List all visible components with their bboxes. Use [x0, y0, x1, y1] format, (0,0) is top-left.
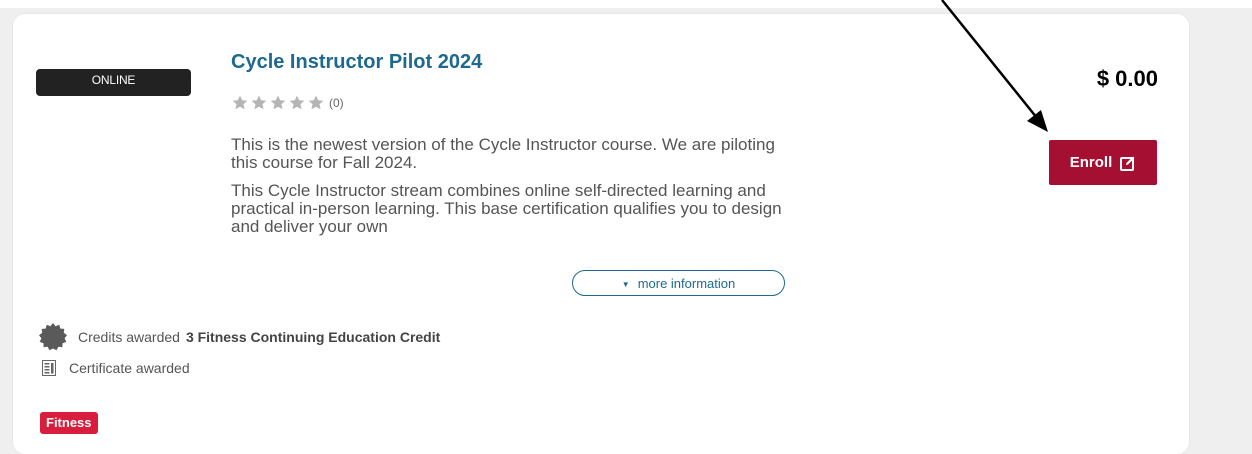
- enroll-label: Enroll: [1069, 154, 1113, 171]
- seal-icon: [39, 323, 67, 351]
- page-top-strip: [0, 0, 1252, 8]
- credits-value: 3 Fitness Continuing Education Credit: [185, 329, 441, 345]
- edit-icon: [1120, 156, 1135, 171]
- star-icon: [289, 95, 305, 110]
- course-title[interactable]: Cycle Instructor Pilot 2024: [231, 51, 482, 74]
- more-information-button[interactable]: ▼ more information: [572, 270, 785, 296]
- more-information-label: more information: [637, 276, 736, 291]
- enroll-button[interactable]: Enroll: [1049, 140, 1157, 185]
- description-paragraph: This is the newest version of the Cycle …: [231, 136, 775, 172]
- certificate-label: Certificate awarded: [69, 360, 190, 376]
- star-icon: [270, 95, 286, 110]
- rating-count: (0): [329, 96, 344, 110]
- format-badge: ONLINE: [36, 69, 191, 96]
- course-description: This is the newest version of the Cycle …: [231, 136, 791, 252]
- category-tag[interactable]: Fitness: [40, 412, 98, 434]
- caret-down-icon: ▼: [621, 280, 630, 289]
- description-paragraph: This Cycle Instructor stream combines on…: [231, 181, 782, 236]
- star-icon: [308, 95, 324, 110]
- star-icon: [251, 95, 267, 110]
- certificate-icon: [42, 360, 56, 376]
- star-icon: [232, 95, 248, 110]
- course-price: $ 0.00: [1096, 66, 1158, 91]
- certificate-row: Certificate awarded: [38, 360, 190, 376]
- star-rating: (0): [231, 94, 344, 112]
- credits-row: Credits awarded 3 Fitness Continuing Edu…: [38, 322, 440, 352]
- credits-label: Credits awarded: [78, 329, 180, 345]
